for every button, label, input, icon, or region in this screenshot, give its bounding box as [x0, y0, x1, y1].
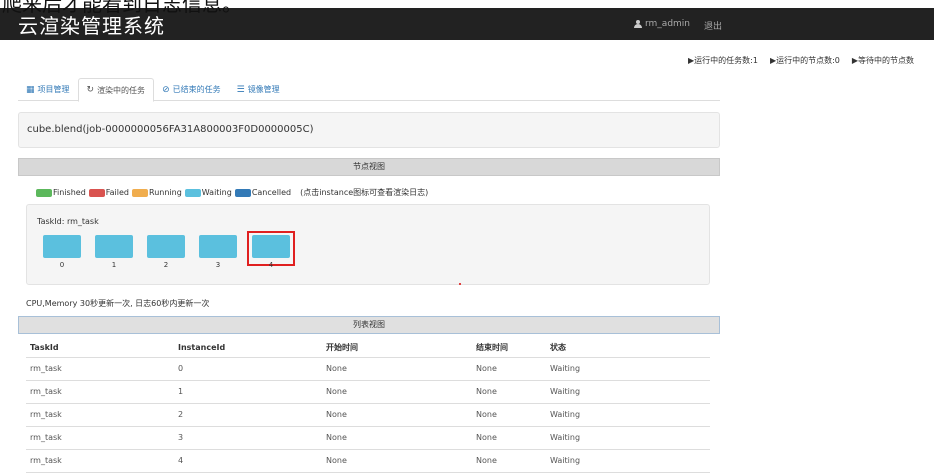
table-cell: rm_task: [26, 449, 174, 473]
table-cell: Waiting: [546, 449, 710, 473]
refresh-note: CPU,Memory 30秒更新一次, 日志60秒内更新一次: [26, 299, 210, 308]
table-cell: 0: [174, 357, 322, 381]
grid-icon: ▦: [26, 84, 35, 95]
table-cell: None: [472, 426, 546, 450]
table-cell: rm_task: [26, 380, 174, 404]
instance-node-1[interactable]: [95, 235, 133, 258]
table-cell: None: [472, 380, 546, 404]
running-nodes-count: ▶运行中的节点数:0: [769, 56, 840, 65]
legend-waiting: Waiting: [184, 188, 232, 197]
list-icon: ☰: [236, 84, 245, 95]
table-cell: None: [322, 380, 472, 404]
legend-cancelled: Cancelled: [234, 188, 292, 197]
artifact-dot: [459, 283, 461, 285]
table-cell: 3: [174, 426, 322, 450]
node-view-panel: TaskId: rm_task 0 1 2 3 4: [26, 204, 710, 285]
instance-label: 2: [163, 261, 169, 269]
column-header: 结束时间: [472, 339, 546, 358]
instance-label: 1: [111, 261, 117, 269]
overlay-caption: 爬来后才能看到日志信息。: [2, 0, 242, 16]
table-row: rm_task 3 None None Waiting: [26, 426, 710, 450]
instance-label: 0: [59, 261, 65, 269]
table-cell: None: [472, 403, 546, 427]
table-cell: rm_task: [26, 403, 174, 427]
table-cell: 1: [174, 380, 322, 404]
table-cell: rm_task: [26, 426, 174, 450]
table-row: rm_task 0 None None Waiting: [26, 357, 710, 381]
table-cell: rm_task: [26, 357, 174, 381]
table-cell: 4: [174, 449, 322, 473]
table-cell: None: [322, 403, 472, 427]
tab-image-management[interactable]: ☰ 镜像管理: [229, 78, 288, 101]
tab-label: 镜像管理: [247, 85, 280, 94]
legend-hint: (点击instance图标可查看渲染日志): [300, 188, 429, 197]
instance-label: 3: [215, 261, 221, 269]
running-swatch: [132, 188, 148, 197]
logout-link[interactable]: 退出: [704, 19, 722, 32]
list-view-header: 列表视图: [18, 316, 720, 334]
table-cell: None: [322, 426, 472, 450]
table-cell: None: [322, 357, 472, 381]
table-header-row: TaskId InstanceId 开始时间 结束时间 状态: [26, 339, 710, 358]
legend-label: Failed: [105, 188, 129, 197]
column-header: 开始时间: [322, 339, 472, 358]
instance-node-4[interactable]: [252, 235, 290, 258]
legend-label: Waiting: [201, 188, 232, 197]
username-label: rm_admin: [645, 19, 691, 29]
tab-label: 已结束的任务: [172, 85, 221, 94]
table-cell: None: [322, 449, 472, 473]
column-header: 状态: [546, 339, 710, 358]
refresh-icon: ↻: [86, 85, 95, 95]
table-cell: Waiting: [546, 380, 710, 404]
task-id-label: TaskId: rm_task: [37, 217, 99, 226]
user-icon: [634, 20, 642, 28]
table-cell: Waiting: [546, 357, 710, 381]
column-header: TaskId: [26, 339, 174, 358]
instance-node-3[interactable]: [199, 235, 237, 258]
waiting-nodes-count: ▶等待中的节点数: [851, 56, 915, 65]
cancelled-swatch: [234, 188, 251, 197]
legend-failed: Failed: [88, 188, 129, 197]
table-row: rm_task 2 None None Waiting: [26, 403, 710, 427]
instance-node-2[interactable]: [147, 235, 185, 258]
running-tasks-count: ▶运行中的任务数:1: [688, 56, 758, 65]
tab-rendering-tasks[interactable]: ↻ 渲染中的任务: [77, 78, 155, 102]
column-header: InstanceId: [174, 339, 322, 358]
status-summary: ▶运行中的任务数:1 ▶运行中的节点数:0 ▶等待中的节点数: [688, 55, 914, 66]
table-cell: None: [472, 357, 546, 381]
job-title: cube.blend(job-0000000056FA31A800003F0D0…: [27, 124, 314, 135]
status-legend: Finished Failed Running Waiting Cancelle…: [36, 187, 428, 198]
node-view-header: 节点视图: [18, 158, 720, 176]
check-circle-icon: ⊘: [162, 84, 170, 95]
table-cell: Waiting: [546, 426, 710, 450]
tab-project-management[interactable]: ▦ 项目管理: [18, 78, 78, 101]
waiting-swatch: [184, 188, 201, 197]
tab-label: 渲染中的任务: [97, 85, 146, 95]
legend-label: Cancelled: [251, 188, 292, 197]
tab-finished-tasks[interactable]: ⊘ 已结束的任务: [154, 78, 229, 101]
instance-table: TaskId InstanceId 开始时间 结束时间 状态 rm_task 0…: [26, 339, 710, 473]
table-row: rm_task 4 None None Waiting: [26, 449, 710, 473]
instance-node-0[interactable]: [43, 235, 81, 258]
main-tabs: ▦ 项目管理 ↻ 渲染中的任务 ⊘ 已结束的任务 ☰ 镜像管理: [18, 78, 720, 102]
legend-label: Running: [149, 188, 182, 197]
finished-swatch: [36, 188, 52, 197]
table-cell: None: [472, 449, 546, 473]
legend-running: Running: [132, 188, 182, 197]
tab-label: 项目管理: [37, 85, 70, 94]
legend-label: Finished: [53, 188, 86, 197]
legend-finished: Finished: [36, 188, 86, 197]
table-cell: 2: [174, 403, 322, 427]
job-panel: cube.blend(job-0000000056FA31A800003F0D0…: [18, 112, 720, 148]
instance-label: 4: [268, 261, 274, 269]
table-row: rm_task 1 None None Waiting: [26, 380, 710, 404]
table-cell: Waiting: [546, 403, 710, 427]
failed-swatch: [88, 188, 105, 197]
user-menu[interactable]: rm_admin: [634, 19, 690, 29]
